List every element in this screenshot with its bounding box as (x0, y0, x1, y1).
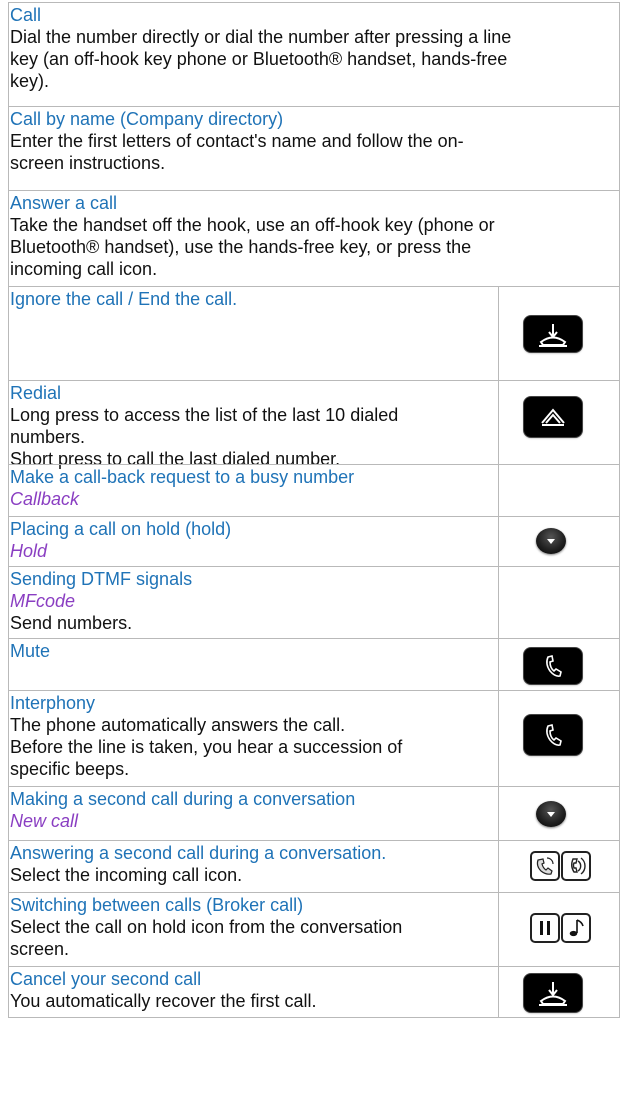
row-title: Ignore the call / End the call. (10, 289, 238, 309)
row-broker-icon-cell (498, 893, 619, 966)
music-note-icon[interactable] (561, 913, 591, 943)
row-description: numbers. (10, 427, 86, 447)
row-ignore: Ignore the call / End the call. (8, 286, 620, 380)
row-description: Select the incoming call icon. (10, 865, 243, 885)
row-broker: Switching between calls (Broker call) Se… (8, 892, 620, 966)
row-dtmf: Sending DTMF signals MFcode Send numbers… (8, 566, 620, 638)
softkey-label: MFcode (10, 591, 76, 611)
row-title: Call by name (Company directory) (10, 109, 284, 129)
interphony-key-icon[interactable] (524, 715, 582, 755)
row-call-by-name-text: Call by name (Company directory) Enter t… (10, 108, 619, 174)
row-answer-second-icon-cell (498, 841, 619, 892)
row-description: key (an off-hook key phone or Bluetooth®… (10, 49, 508, 69)
redial-key-icon[interactable] (524, 397, 582, 437)
call-on-hold-icon[interactable] (530, 913, 560, 943)
row-description: incoming call icon. (10, 259, 158, 279)
row-mute-icon-cell (498, 639, 619, 690)
row-description: screen instructions. (10, 153, 166, 173)
row-title: Cancel your second call (10, 969, 202, 989)
row-answer-second: Answering a second call during a convers… (8, 840, 620, 892)
row-call: Call Dial the number directly or dial th… (8, 2, 620, 106)
row-interphony-text: Interphony The phone automatically answe… (10, 692, 498, 780)
row-second-call-icon-cell (498, 787, 619, 840)
row-redial-text: Redial Long press to access the list of … (10, 382, 498, 470)
row-title: Interphony (10, 693, 96, 713)
row-callback-text: Make a call-back request to a busy numbe… (10, 466, 498, 510)
row-call-text: Call Dial the number directly or dial th… (10, 4, 619, 92)
row-title: Answer a call (10, 193, 118, 213)
row-title: Redial (10, 383, 62, 403)
row-callback: Make a call-back request to a busy numbe… (8, 464, 620, 516)
row-description: Bluetooth® handset), use the hands-free … (10, 237, 472, 257)
mute-key-icon[interactable] (524, 648, 582, 684)
row-description: Long press to access the list of the las… (10, 405, 399, 425)
row-second-call: Making a second call during a conversati… (8, 786, 620, 840)
row-description: Send numbers. (10, 613, 133, 633)
row-dtmf-text: Sending DTMF signals MFcode Send numbers… (10, 568, 498, 634)
row-description: The phone automatically answers the call… (10, 715, 346, 735)
row-cancel-second-icon-cell (498, 967, 619, 1017)
incoming-call-icon[interactable] (530, 851, 560, 881)
row-dtmf-icon-cell (498, 567, 619, 638)
row-mute-text: Mute (10, 640, 498, 662)
call-features-table: Call Dial the number directly or dial th… (8, 2, 627, 1018)
row-description: Select the call on hold icon from the co… (10, 917, 403, 937)
row-title: Sending DTMF signals (10, 569, 193, 589)
row-answer: Answer a call Take the handset off the h… (8, 190, 620, 286)
row-ignore-icon-cell (498, 287, 619, 380)
row-callback-icon-cell (498, 465, 619, 516)
row-redial-icon-cell (498, 381, 619, 464)
row-title: Switching between calls (Broker call) (10, 895, 304, 915)
row-broker-text: Switching between calls (Broker call) Se… (10, 894, 498, 960)
row-interphony: Interphony The phone automatically answe… (8, 690, 620, 786)
row-title: Answering a second call during a convers… (10, 843, 387, 863)
hang-up-key-icon[interactable] (524, 316, 582, 352)
row-description: Take the handset off the hook, use an of… (10, 215, 495, 235)
row-cancel-second: Cancel your second call You automaticall… (8, 966, 620, 1018)
navigator-key-icon[interactable] (536, 528, 566, 554)
incoming-call-ringing-icon[interactable] (561, 851, 591, 881)
row-title: Making a second call during a conversati… (10, 789, 356, 809)
row-cancel-second-text: Cancel your second call You automaticall… (10, 968, 498, 1012)
row-answer-text: Answer a call Take the handset off the h… (10, 192, 619, 280)
softkey-label: Hold (10, 541, 48, 561)
row-title: Make a call-back request to a busy numbe… (10, 467, 355, 487)
row-title: Call (10, 5, 42, 25)
row-answer-second-text: Answering a second call during a convers… (10, 842, 498, 886)
row-second-call-text: Making a second call during a conversati… (10, 788, 498, 832)
row-description: Before the line is taken, you hear a suc… (10, 737, 403, 757)
row-call-by-name: Call by name (Company directory) Enter t… (8, 106, 620, 190)
row-hold: Placing a call on hold (hold) Hold (8, 516, 620, 566)
row-ignore-text: Ignore the call / End the call. (10, 288, 498, 310)
row-description: specific beeps. (10, 759, 130, 779)
navigator-key-icon[interactable] (536, 801, 566, 827)
softkey-label: Callback (10, 489, 80, 509)
row-interphony-icon-cell (498, 691, 619, 786)
row-title: Placing a call on hold (hold) (10, 519, 232, 539)
row-description: Enter the first letters of contact's nam… (10, 131, 464, 151)
row-redial: Redial Long press to access the list of … (8, 380, 620, 469)
hang-up-key-icon[interactable] (524, 974, 582, 1012)
softkey-label: New call (10, 811, 79, 831)
row-hold-text: Placing a call on hold (hold) Hold (10, 518, 498, 562)
row-title: Mute (10, 641, 51, 661)
row-mute: Mute (8, 638, 620, 690)
row-description: Dial the number directly or dial the num… (10, 27, 512, 47)
row-hold-icon-cell (498, 517, 619, 566)
row-description: You automatically recover the first call… (10, 991, 317, 1011)
row-description: key). (10, 71, 50, 91)
row-description: screen. (10, 939, 70, 959)
